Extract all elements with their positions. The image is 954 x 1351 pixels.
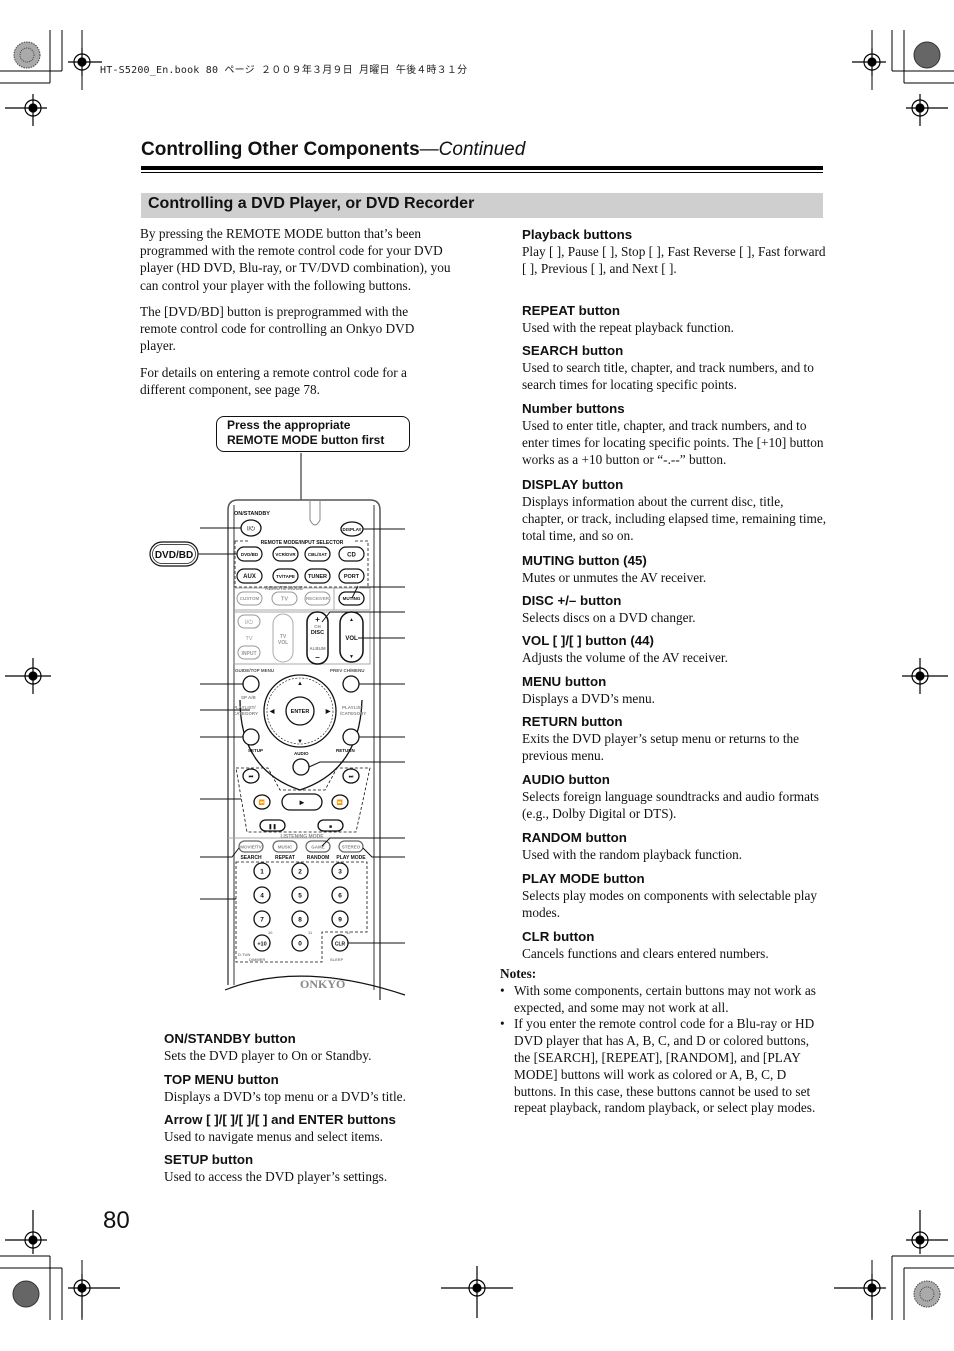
item-desc: Used with the random playback function. (522, 847, 743, 862)
right-item-muting: MUTING button (45) Mutes or unmutes the … (522, 552, 827, 586)
item-desc: Used to search title, chapter, and track… (522, 360, 814, 393)
left-item-on-standby: ON/STANDBY button Sets the DVD player to… (164, 1030, 469, 1064)
left-item-arrow-enter: Arrow [ ]/[ ]/[ ]/[ ] and ENTER buttons … (164, 1111, 469, 1145)
item-title: REPEAT button (522, 303, 620, 318)
item-title: TOP MENU button (164, 1072, 279, 1087)
right-item-clr: CLR button Cancels functions and clears … (522, 928, 827, 962)
section-title: Controlling a DVD Player, or DVD Recorde… (148, 195, 475, 212)
item-desc: Mutes or unmutes the AV receiver. (522, 570, 707, 585)
title-rule-thick (141, 166, 823, 170)
item-desc: Exits the DVD player’s setup menu or ret… (522, 731, 800, 764)
item-desc: Selects play modes on components with se… (522, 888, 818, 921)
note-item: With some components, certain buttons ma… (500, 983, 825, 1017)
item-title: AUDIO button (522, 772, 610, 787)
note-item: If you enter the remote control code for… (500, 1016, 825, 1117)
item-title: ON/STANDBY button (164, 1031, 296, 1046)
callout-line-2: REMOTE MODE button first (227, 433, 385, 447)
callout-line-1: Press the appropriate (227, 418, 351, 432)
item-title: SETUP button (164, 1152, 254, 1167)
item-desc: Used with the repeat playback function. (522, 320, 734, 335)
right-item-menu: MENU button Displays a DVD’s menu. (522, 673, 827, 707)
item-desc: Used to navigate menus and select items. (164, 1129, 383, 1144)
item-desc: Displays a DVD’s menu. (522, 691, 655, 706)
item-desc: Used to access the DVD player’s settings… (164, 1169, 388, 1184)
item-title: DISC +/– button (522, 593, 622, 608)
print-header: HT-S5200_En.book 80 ページ ２００９年３月９日 月曜日 午後… (100, 65, 468, 76)
right-item-search: SEARCH button Used to search title, chap… (522, 342, 827, 393)
intro-paragraph-1: By pressing the REMOTE MODE button that’… (140, 226, 451, 293)
running-title: Controlling Other Components—Continued (141, 139, 525, 161)
notes-list: With some components, certain buttons ma… (500, 983, 825, 1117)
intro-paragraph-2: The [DVD/BD] button is preprogrammed wit… (140, 304, 415, 354)
item-title: Number buttons (522, 401, 625, 416)
item-title: DISPLAY button (522, 477, 624, 492)
item-desc: Used to enter title, chapter, and track … (522, 418, 824, 468)
right-item-number: Number buttons Used to enter title, chap… (522, 400, 827, 469)
item-title: MUTING button (45) (522, 553, 647, 568)
notes: Notes: With some components, certain but… (500, 966, 825, 1117)
item-desc: Displays information about the current d… (522, 494, 827, 544)
intro-paragraph-3: For details on entering a remote control… (140, 365, 407, 398)
item-title: RETURN button (522, 714, 623, 729)
right-item-play-mode: PLAY MODE button Selects play modes on c… (522, 870, 827, 921)
right-item-display: DISPLAY button Displays information abou… (522, 476, 827, 545)
right-item-repeat: REPEAT button Used with the repeat playb… (522, 302, 827, 336)
page-number: 80 (103, 1207, 130, 1234)
right-item-disc: DISC +/– button Selects discs on a DVD c… (522, 592, 827, 626)
item-desc: Selects foreign language soundtracks and… (522, 789, 819, 822)
item-title: MENU button (522, 674, 607, 689)
item-desc: Displays a DVD’s top menu or a DVD’s tit… (164, 1089, 406, 1104)
callout-box: Press the appropriate REMOTE MODE button… (216, 416, 410, 452)
right-item-vol: VOL [ ]/[ ] button (44) Adjusts the volu… (522, 632, 827, 666)
item-desc: Adjusts the volume of the AV receiver. (522, 650, 728, 665)
item-title: PLAY MODE button (522, 871, 645, 886)
item-title: VOL [ ]/[ ] button (44) (522, 633, 654, 648)
right-item-random: RANDOM button Used with the random playb… (522, 829, 827, 863)
item-desc: Selects discs on a DVD changer. (522, 610, 696, 625)
running-title-suffix: —Continued (419, 139, 526, 160)
notes-heading: Notes: (500, 966, 537, 981)
item-desc: Play [ ], Pause [ ], Stop [ ], Fast Reve… (522, 244, 826, 277)
left-item-top-menu: TOP MENU button Displays a DVD’s top men… (164, 1071, 469, 1105)
item-title: CLR button (522, 929, 595, 944)
item-title: Arrow [ ]/[ ]/[ ]/[ ] and ENTER buttons (164, 1112, 396, 1127)
right-item-return: RETURN button Exits the DVD player’s set… (522, 713, 827, 764)
right-item-playback: Playback buttons Play [ ], Pause [ ], St… (522, 226, 827, 277)
item-title: SEARCH button (522, 343, 624, 358)
item-title: RANDOM button (522, 830, 627, 845)
left-item-setup: SETUP button Used to access the DVD play… (164, 1151, 469, 1185)
item-desc: Cancels functions and clears entered num… (522, 946, 769, 961)
right-item-audio: AUDIO button Selects foreign language so… (522, 771, 827, 822)
running-title-text: Controlling Other Components (141, 139, 420, 160)
title-rule-thin (141, 172, 823, 173)
item-desc: Sets the DVD player to On or Standby. (164, 1048, 372, 1063)
item-title: Playback buttons (522, 227, 633, 242)
